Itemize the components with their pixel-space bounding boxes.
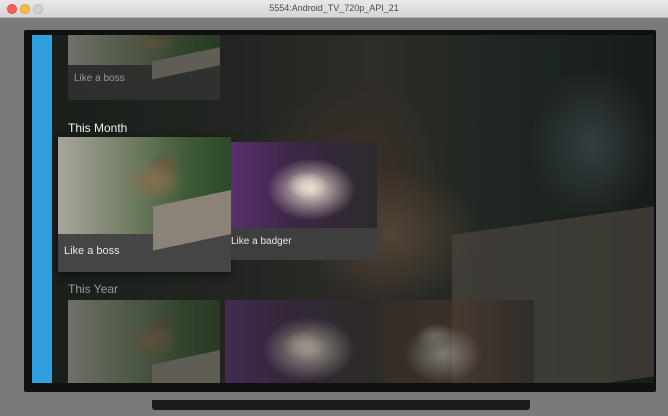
card-like-a-badger[interactable]: Like a badger — [231, 142, 377, 260]
tv-screen: Like a boss This Month Like a boss Like … — [32, 35, 654, 383]
grey-tabby-cat-image — [382, 300, 534, 383]
headers-sidebar[interactable] — [32, 35, 52, 383]
card-this-year-tabby[interactable] — [68, 300, 220, 383]
tabby-cat-image — [58, 137, 231, 251]
card-this-year-white-cat[interactable] — [225, 300, 377, 383]
white-fluffy-cat-image — [225, 300, 377, 383]
card-this-year-grey-cat[interactable] — [382, 300, 534, 383]
row-header-this-year: This Year — [68, 282, 119, 296]
card-title: Like a badger — [231, 236, 292, 247]
window-titlebar: 5554:Android_TV_720p_API_21 — [0, 0, 668, 18]
window-title: 5554:Android_TV_720p_API_21 — [269, 3, 399, 13]
tv-stand — [152, 400, 530, 410]
card-like-a-boss[interactable]: Like a boss — [58, 137, 231, 272]
white-fluffy-cat-image — [231, 142, 377, 228]
tabby-cat-image — [68, 35, 220, 80]
card-previous-like-a-boss[interactable]: Like a boss — [68, 35, 220, 100]
card-title: Like a boss — [74, 73, 125, 84]
tabby-cat-image — [68, 300, 220, 383]
card-title: Like a boss — [64, 245, 120, 257]
row-header-this-month: This Month — [68, 121, 128, 135]
